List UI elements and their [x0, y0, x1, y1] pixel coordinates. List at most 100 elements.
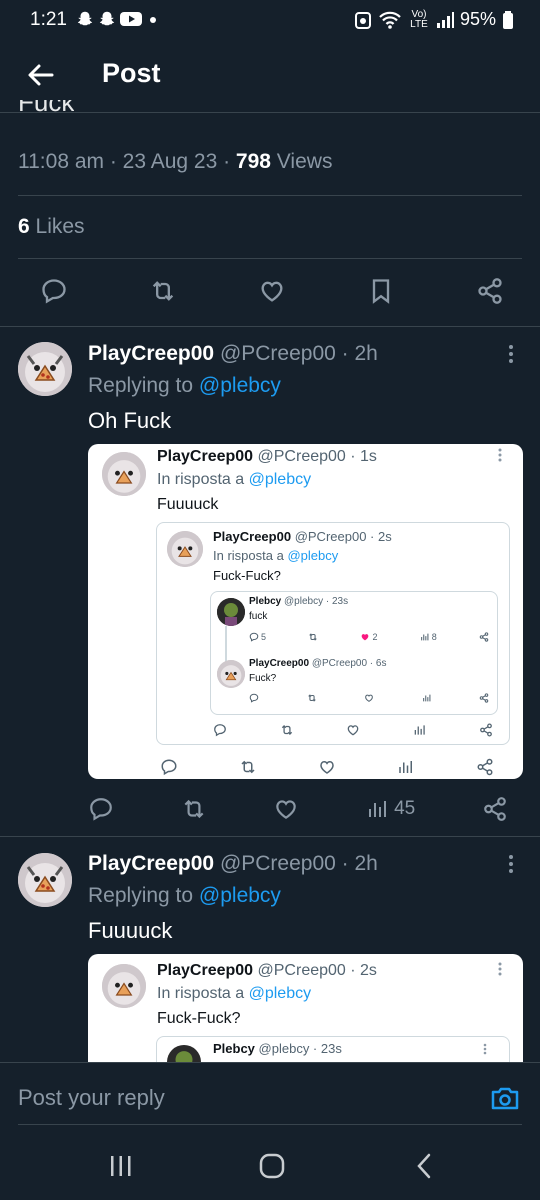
views-icon [420, 633, 429, 641]
reply-text: Fuck-Fuck? [157, 1010, 241, 1027]
attached-image[interactable]: PlayCreep00 @PCreep00 · 1s In risposta a… [88, 444, 523, 779]
retweet-icon [309, 633, 317, 641]
tweet-meta: 11:08 am · 23 Aug 23 · 798 Views [18, 150, 332, 174]
retweet-icon[interactable] [149, 277, 177, 305]
author-name[interactable]: PlayCreep00 [88, 342, 214, 365]
share-icon [480, 723, 492, 737]
home-button[interactable] [258, 1152, 286, 1180]
reply-text: Oh Fuck [88, 408, 172, 433]
tweet-action-bar [18, 277, 522, 305]
avatar [102, 452, 146, 496]
avatar[interactable] [18, 853, 72, 907]
likes-link[interactable]: 6 Likes [18, 215, 85, 239]
signal-icon [436, 11, 454, 29]
reply-composer[interactable]: Post your reply [0, 1062, 540, 1126]
system-nav-bar [0, 1128, 540, 1200]
data-saver-icon [354, 10, 372, 30]
avatar [217, 660, 245, 688]
like-icon[interactable] [273, 796, 299, 822]
retweet-icon [307, 694, 316, 702]
quoted-thread: PlayCreep00 @PCreep00 · 2s In risposta a… [156, 522, 510, 745]
reply-icon [249, 693, 259, 703]
snapchat-icon [98, 10, 116, 28]
divider [18, 195, 522, 196]
camera-icon[interactable] [490, 1085, 520, 1111]
tweet-action-bar: 45 [88, 796, 508, 822]
bookmark-icon[interactable] [367, 277, 395, 305]
snapchat-icon [76, 10, 94, 28]
reply-text: fuck [249, 611, 268, 622]
like-icon [347, 725, 359, 736]
author-handle: @plebcy · 23s [258, 1041, 342, 1056]
author-handle: @PCreep00 · 2s [294, 529, 392, 544]
avatar [217, 598, 245, 626]
share-icon[interactable] [482, 796, 508, 822]
replying-to-label: Replying to [88, 884, 199, 907]
reply-icon [161, 759, 177, 776]
wifi-icon [378, 10, 402, 30]
author-name[interactable]: PlayCreep00 [88, 852, 214, 875]
views-icon [399, 761, 412, 773]
quoted-thread: Plebcy @plebcy · 23s fuck 5 2 8 PlayCree… [210, 591, 498, 715]
share-icon [479, 693, 489, 703]
tweet-timestamp: 11:08 am · 23 Aug 23 · [18, 150, 236, 173]
tweet-action-bar: 5 2 8 [249, 632, 489, 642]
retweet-icon [281, 725, 292, 735]
more-options-icon[interactable] [508, 344, 514, 364]
author-handle: @PCreep00 · 2s [257, 962, 377, 979]
likes-count: 6 [18, 215, 30, 238]
author-name: PlayCreep00 [249, 658, 310, 669]
views-count[interactable]: 798 [236, 150, 271, 173]
avatar[interactable] [18, 342, 72, 396]
reply-icon [214, 724, 226, 737]
back-nav-button[interactable] [412, 1152, 436, 1180]
retweet-icon[interactable] [181, 796, 207, 822]
divider [0, 326, 540, 327]
reply-text: Fuuuuck [88, 918, 173, 943]
notification-dot-icon [146, 12, 160, 26]
liked-heart-icon [362, 634, 369, 641]
reply-text: Fuck-Fuck? [213, 568, 281, 583]
mention-link: @plebcy [287, 548, 339, 563]
like-icon[interactable] [258, 277, 286, 305]
reply-icon[interactable] [88, 796, 114, 822]
tweet-action-bar [249, 693, 489, 703]
views-label: Views [270, 150, 333, 173]
replying-to-label: In risposta a [157, 471, 249, 488]
attached-image[interactable]: PlayCreep00 @PCreep00 · 2s In risposta a… [88, 954, 523, 1074]
mention-link[interactable]: @plebcy [199, 374, 281, 397]
views-count: 8 [431, 632, 437, 642]
likes-label: Likes [29, 215, 85, 238]
reply-input[interactable]: Post your reply [18, 1085, 165, 1111]
author-name: Plebcy [249, 596, 282, 607]
replying-to-label: Replying to [88, 374, 199, 397]
reply-count: 5 [261, 632, 267, 642]
reply-icon[interactable] [40, 277, 68, 305]
share-icon [477, 758, 493, 776]
more-options-icon [498, 962, 502, 976]
divider [18, 258, 522, 259]
author-handle: @PCreep00 · 2h [219, 342, 378, 365]
more-options-icon[interactable] [508, 854, 514, 874]
mention-link[interactable]: @plebcy [199, 884, 281, 907]
back-button[interactable] [26, 60, 56, 90]
retweet-icon [241, 760, 255, 774]
views-count: 45 [394, 798, 416, 819]
views-icon [414, 725, 425, 735]
youtube-icon [120, 11, 142, 27]
author-handle: @PCreep00 · 1s [257, 448, 377, 465]
header-divider [0, 112, 540, 113]
reply-text: Fuuuuck [157, 496, 219, 513]
battery-icon [502, 10, 514, 30]
recent-apps-button[interactable] [108, 1154, 134, 1178]
author-handle: @plebcy · 23s [284, 596, 349, 607]
header: Post [0, 50, 540, 100]
share-icon[interactable] [476, 277, 504, 305]
replying-to-label: In risposta a [213, 548, 288, 563]
author-name: PlayCreep00 [157, 962, 254, 979]
status-time: 1:21 [30, 9, 67, 30]
views-button[interactable]: 45 [366, 797, 415, 821]
author-name: PlayCreep00 [213, 529, 292, 544]
author-name: Plebcy [213, 1041, 255, 1056]
divider [0, 836, 540, 837]
